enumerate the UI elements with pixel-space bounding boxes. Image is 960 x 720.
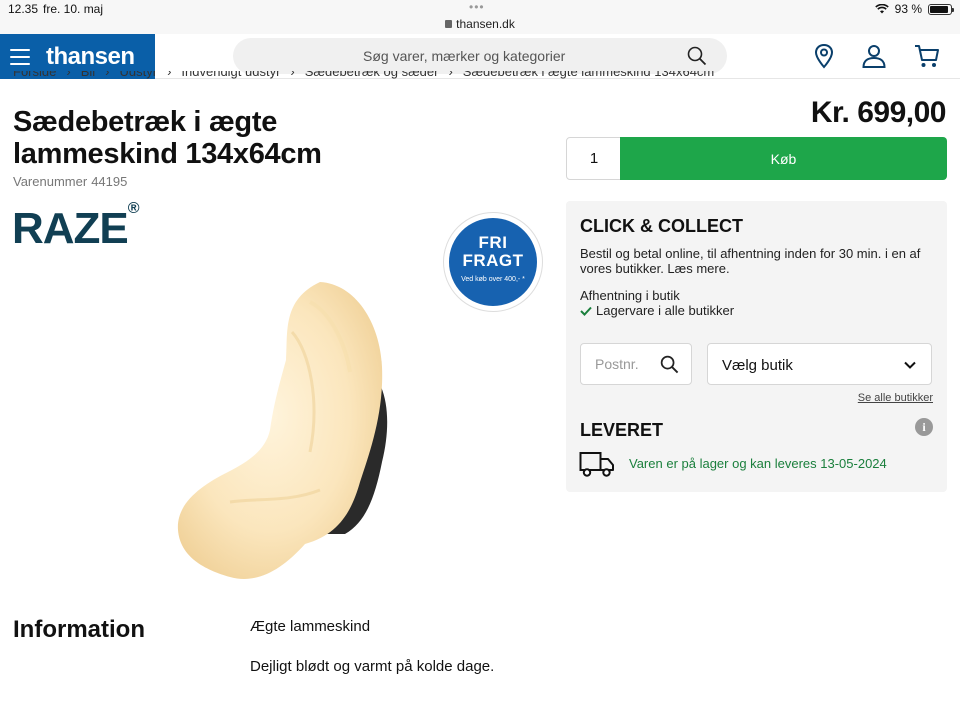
click-collect-panel: CLICK & COLLECT Bestil og betal online, … (566, 201, 947, 492)
battery-percent: 93 % (894, 2, 922, 16)
badge-line2: FRAGT (462, 251, 524, 270)
status-time: 12.35 (8, 2, 39, 16)
chevron-down-icon (904, 361, 916, 369)
status-date: fre. 10. maj (43, 2, 104, 16)
breadcrumb-item[interactable]: Udstyr (120, 71, 158, 79)
address-url: thansen.dk (456, 17, 515, 31)
stock-status: Lagervare i alle butikker (580, 303, 734, 318)
sku-number: 44195 (91, 174, 128, 189)
brand-logo-raze[interactable]: RAZE® (12, 200, 140, 254)
account-icon[interactable] (861, 43, 887, 69)
registered-mark: ® (127, 200, 140, 218)
chevron-right-icon: › (167, 71, 172, 79)
product-title: Sædebetræk i ægte lammeskind 134x64cm (13, 106, 322, 170)
status-bar: 12.35 fre. 10. maj ••• thansen.dk 93 % (0, 0, 960, 34)
badge-line1: FRI (478, 233, 508, 252)
click-collect-title: CLICK & COLLECT (580, 216, 743, 236)
store-select[interactable]: Vælg butik (707, 343, 932, 385)
menu-icon[interactable] (10, 48, 30, 65)
breadcrumb-item: Sædebetræk i ægte lammeskind 134x64cm (462, 71, 715, 79)
information-paragraph: Ægte lammeskind (250, 618, 371, 635)
sku-label: Varenummer (13, 174, 88, 189)
brand-logo[interactable]: thansen (46, 43, 135, 71)
chevron-right-icon: › (105, 71, 110, 79)
free-shipping-badge-inner: FRI FRAGT Ved køb over 400,- * (449, 218, 537, 306)
breadcrumb-item[interactable]: Forside (13, 71, 56, 79)
breadcrumb-item[interactable]: Indvendigt udstyr (181, 71, 280, 79)
more-dots-icon[interactable]: ••• (469, 1, 485, 13)
information-heading: Information (13, 616, 145, 643)
postnr-field[interactable] (580, 343, 692, 385)
wifi-icon (874, 4, 889, 14)
delivery-message: Varen er på lager og kan leveres 13-05-2… (629, 456, 887, 471)
delivery-title: LEVERET (580, 420, 664, 440)
store-select-label: Vælg butik (722, 357, 793, 374)
search-icon[interactable] (660, 355, 679, 374)
breadcrumb-item[interactable]: Bil (81, 71, 95, 79)
truck-icon (579, 452, 614, 477)
raze-wordmark: RAZE (12, 204, 129, 253)
info-icon[interactable]: i (915, 418, 933, 436)
quantity-input[interactable] (566, 137, 622, 180)
cart-icon[interactable] (914, 43, 940, 69)
check-icon (580, 306, 592, 316)
click-collect-description: Bestil og betal online, til afhentning i… (580, 246, 921, 276)
pickup-label: Afhentning i butik (580, 288, 680, 303)
information-paragraph: Dejligt blødt og varmt på kolde dage. (250, 658, 495, 675)
badge-condition: Ved køb over 400,- * (461, 276, 525, 283)
stock-status-text: Lagervare i alle butikker (596, 303, 735, 318)
search-bar[interactable] (233, 38, 727, 74)
address-bar[interactable]: thansen.dk (0, 17, 960, 31)
product-image[interactable] (170, 272, 400, 590)
buy-button[interactable]: Køb (620, 137, 947, 180)
search-icon[interactable] (687, 46, 707, 66)
chevron-right-icon: › (290, 71, 295, 79)
chevron-right-icon: › (448, 71, 453, 79)
sku-line: Varenummer 44195 (13, 174, 127, 189)
product-price: Kr. 699,00 (810, 96, 947, 129)
battery-icon (928, 3, 954, 15)
location-pin-icon[interactable] (811, 43, 837, 69)
breadcrumb-item[interactable]: Sædebetræk og sæder (305, 71, 439, 79)
search-input[interactable] (233, 48, 673, 64)
breadcrumb: Forside › Bil › Udstyr › Indvendigt udst… (13, 71, 943, 85)
status-indicators: 93 % (874, 2, 954, 16)
see-all-stores-link[interactable]: Se alle butikker (858, 392, 933, 404)
lock-icon (445, 20, 453, 28)
chevron-right-icon: › (66, 71, 71, 79)
postnr-input[interactable] (581, 344, 651, 384)
free-shipping-badge: FRI FRAGT Ved køb over 400,- * (443, 212, 543, 312)
